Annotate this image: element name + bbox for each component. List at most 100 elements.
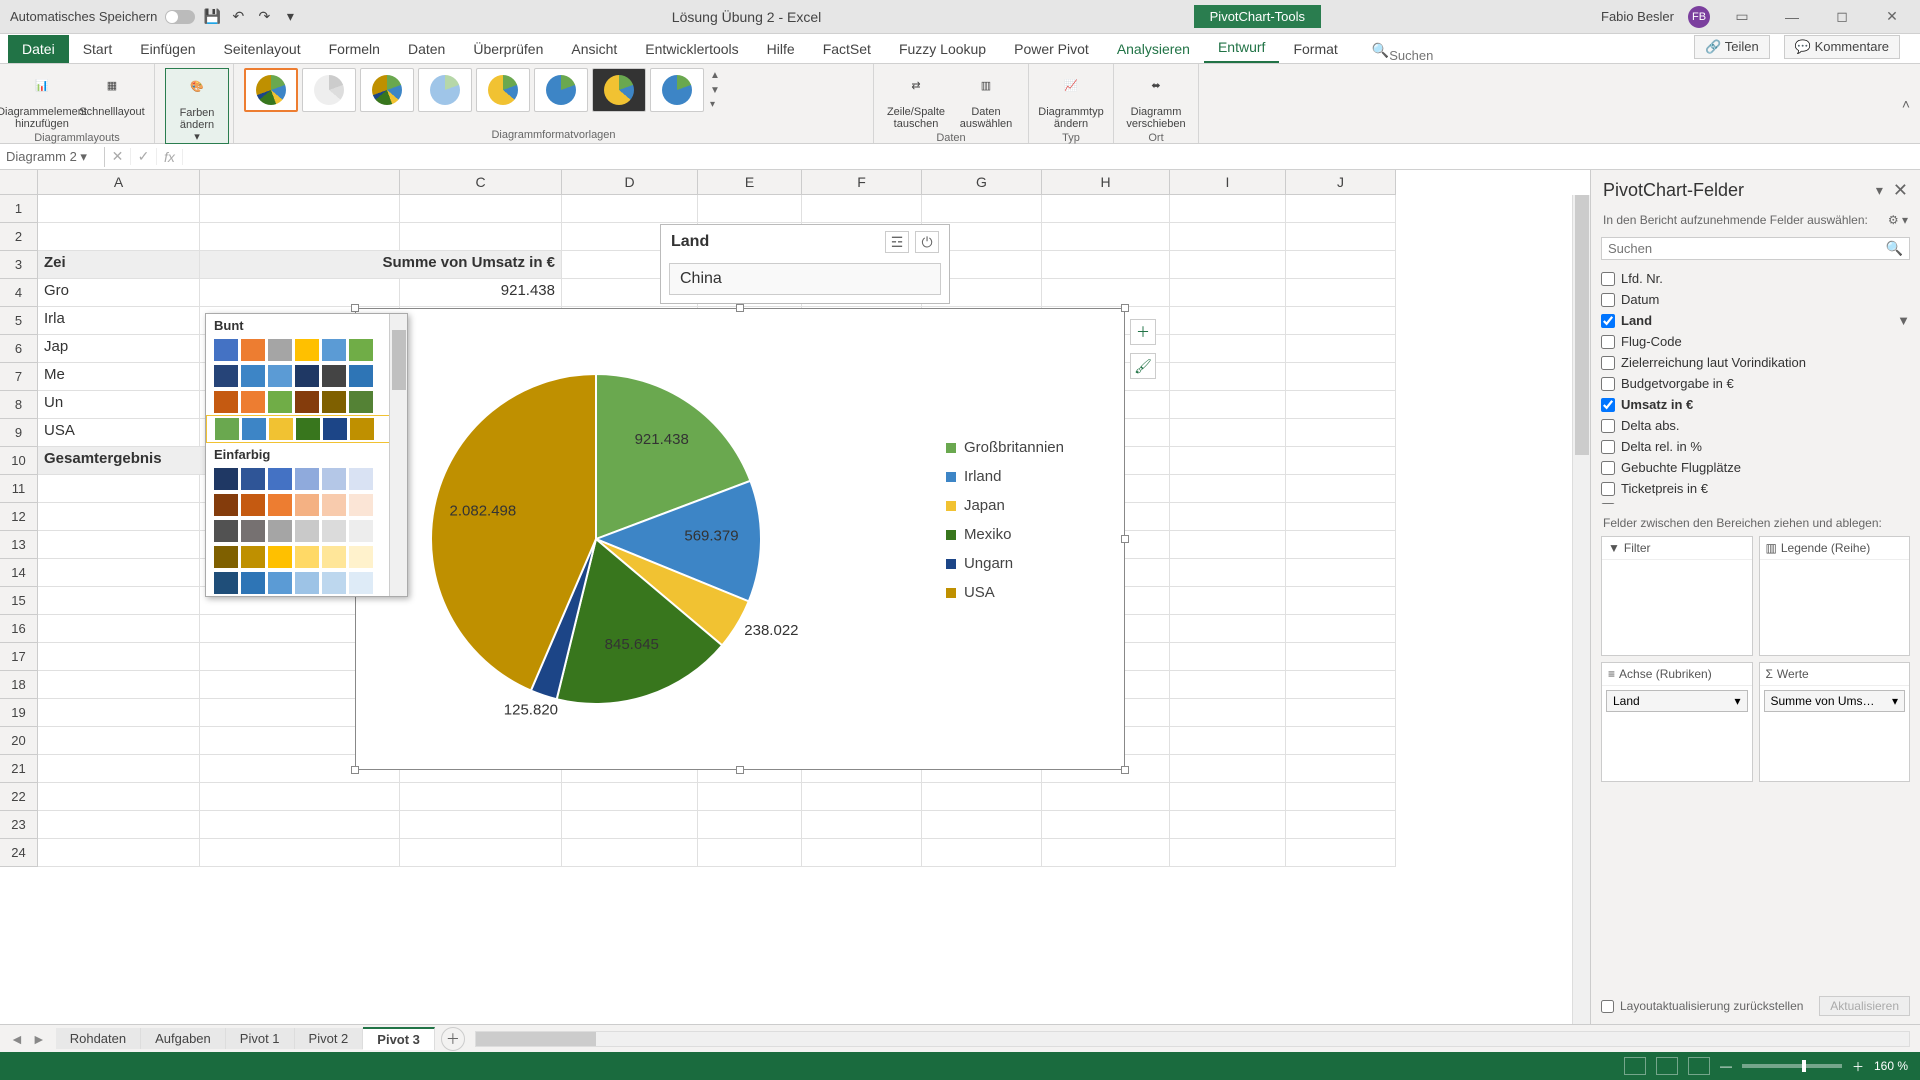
field-item[interactable]: Datum — [1601, 289, 1910, 310]
cell[interactable] — [38, 671, 200, 699]
maximize-button[interactable]: ◻ — [1824, 3, 1860, 31]
cell[interactable] — [1286, 223, 1396, 251]
comments-button[interactable]: 💬 Kommentare — [1784, 35, 1900, 59]
user-avatar[interactable]: FB — [1688, 6, 1710, 28]
sheet-tab-rohdaten[interactable]: Rohdaten — [56, 1028, 141, 1049]
cell[interactable] — [400, 195, 562, 223]
cell[interactable] — [38, 643, 200, 671]
slicer-multiselect-icon[interactable]: ☲ — [885, 231, 909, 253]
row-header[interactable]: 21 — [0, 755, 38, 783]
cell[interactable] — [1170, 419, 1286, 447]
cell[interactable] — [200, 783, 400, 811]
resize-handle[interactable] — [1121, 535, 1129, 543]
cell[interactable] — [1170, 447, 1286, 475]
row-header[interactable]: 9 — [0, 419, 38, 447]
tab-file[interactable]: Datei — [8, 35, 69, 63]
sheet-nav-prev[interactable]: ◄ — [10, 1031, 24, 1047]
field-item[interactable]: Ticketpreis in € — [1601, 478, 1910, 499]
cell[interactable] — [1286, 643, 1396, 671]
cell[interactable] — [1170, 839, 1286, 867]
cell[interactable] — [38, 475, 200, 503]
quick-layout-button[interactable]: ▦ Schnelllayout — [80, 68, 144, 118]
sheet-tab-pivot1[interactable]: Pivot 1 — [226, 1028, 295, 1049]
cell[interactable] — [1286, 811, 1396, 839]
sheet-tab-pivot2[interactable]: Pivot 2 — [295, 1028, 364, 1049]
normal-view-button[interactable] — [1624, 1057, 1646, 1075]
save-icon[interactable]: 💾 — [203, 8, 221, 26]
row-header[interactable]: 12 — [0, 503, 38, 531]
chart-style-4[interactable] — [418, 68, 472, 112]
cell[interactable] — [1170, 531, 1286, 559]
cell[interactable]: Jap — [38, 335, 200, 363]
row-header[interactable]: 4 — [0, 279, 38, 307]
cell[interactable] — [1042, 195, 1170, 223]
select-all-corner[interactable] — [0, 170, 38, 195]
cell[interactable] — [1170, 251, 1286, 279]
cell[interactable] — [802, 783, 922, 811]
name-box[interactable]: Diagramm 2 ▾ — [0, 147, 105, 167]
cell[interactable] — [400, 811, 562, 839]
tab-help[interactable]: Hilfe — [753, 35, 809, 63]
cell[interactable] — [1170, 811, 1286, 839]
switch-row-col-button[interactable]: ⇄ Zeile/Spalte tauschen — [884, 68, 948, 130]
zoom-level[interactable]: 160 % — [1874, 1059, 1908, 1073]
vertical-scrollbar[interactable] — [1572, 195, 1590, 1024]
field-item[interactable]: Delta abs. — [1601, 415, 1910, 436]
add-sheet-button[interactable]: ＋ — [441, 1027, 465, 1051]
cell[interactable] — [38, 615, 200, 643]
sheet-tab-pivot3[interactable]: Pivot 3 — [363, 1027, 435, 1050]
cell[interactable] — [1286, 363, 1396, 391]
cell[interactable] — [1170, 335, 1286, 363]
fields-search[interactable]: 🔍 — [1601, 237, 1910, 260]
cell[interactable] — [38, 727, 200, 755]
chart-legend[interactable]: GroßbritannienIrlandJapanMexikoUngarnUSA — [946, 439, 1064, 613]
row-header[interactable]: 24 — [0, 839, 38, 867]
cell[interactable] — [922, 195, 1042, 223]
col-header-C[interactable]: C — [400, 170, 562, 195]
row-header[interactable]: 20 — [0, 727, 38, 755]
values-area[interactable]: ΣWerte Summe von Umsatz in €▾ — [1759, 662, 1911, 782]
undo-icon[interactable]: ↶ — [229, 8, 247, 26]
slicer-land[interactable]: Land ☲ ⏻ China — [660, 224, 950, 304]
sheet-tab-aufgaben[interactable]: Aufgaben — [141, 1028, 226, 1049]
cell[interactable] — [698, 783, 802, 811]
collapse-ribbon-button[interactable]: ˄ — [1892, 64, 1920, 143]
cell[interactable] — [1170, 643, 1286, 671]
cell[interactable] — [1170, 503, 1286, 531]
formula-cancel-icon[interactable]: ✕ — [105, 148, 131, 165]
field-item[interactable]: Umsatz in € — [1601, 394, 1910, 415]
pivot-chart[interactable]: 921.438569.379238.022845.645125.8202.082… — [355, 308, 1125, 770]
cell[interactable]: Me — [38, 363, 200, 391]
slicer-item-china[interactable]: China — [669, 263, 941, 295]
field-checkbox[interactable] — [1601, 293, 1615, 307]
cell[interactable]: Gro — [38, 279, 200, 307]
cell[interactable] — [1286, 615, 1396, 643]
resize-handle[interactable] — [736, 766, 744, 774]
cell[interactable]: USA — [38, 419, 200, 447]
cell[interactable] — [698, 811, 802, 839]
field-checkbox[interactable] — [1601, 419, 1615, 433]
cell[interactable] — [38, 755, 200, 783]
cell[interactable]: Zei — [38, 251, 200, 279]
page-break-view-button[interactable] — [1688, 1057, 1710, 1075]
cell[interactable]: 921.438 — [400, 279, 562, 307]
cell[interactable] — [1286, 251, 1396, 279]
search-input[interactable] — [1389, 48, 1589, 63]
cell[interactable] — [1286, 559, 1396, 587]
tab-formulas[interactable]: Formeln — [315, 35, 394, 63]
field-item[interactable]: Land▼ — [1601, 310, 1910, 331]
row-header[interactable]: 19 — [0, 699, 38, 727]
minimize-button[interactable]: — — [1774, 3, 1810, 31]
cell[interactable] — [1286, 699, 1396, 727]
cell[interactable] — [1286, 419, 1396, 447]
tab-analyze[interactable]: Analysieren — [1103, 35, 1204, 63]
color-scheme-row[interactable] — [206, 492, 407, 518]
cell[interactable] — [1042, 279, 1170, 307]
legend-area[interactable]: ▥Legende (Reihe) — [1759, 536, 1911, 656]
autosave-toggle[interactable] — [165, 10, 195, 24]
cell[interactable] — [400, 223, 562, 251]
sheet-nav-next[interactable]: ► — [32, 1031, 46, 1047]
chart-style-2[interactable] — [302, 68, 356, 112]
cell[interactable] — [400, 783, 562, 811]
field-checkbox[interactable] — [1601, 335, 1615, 349]
